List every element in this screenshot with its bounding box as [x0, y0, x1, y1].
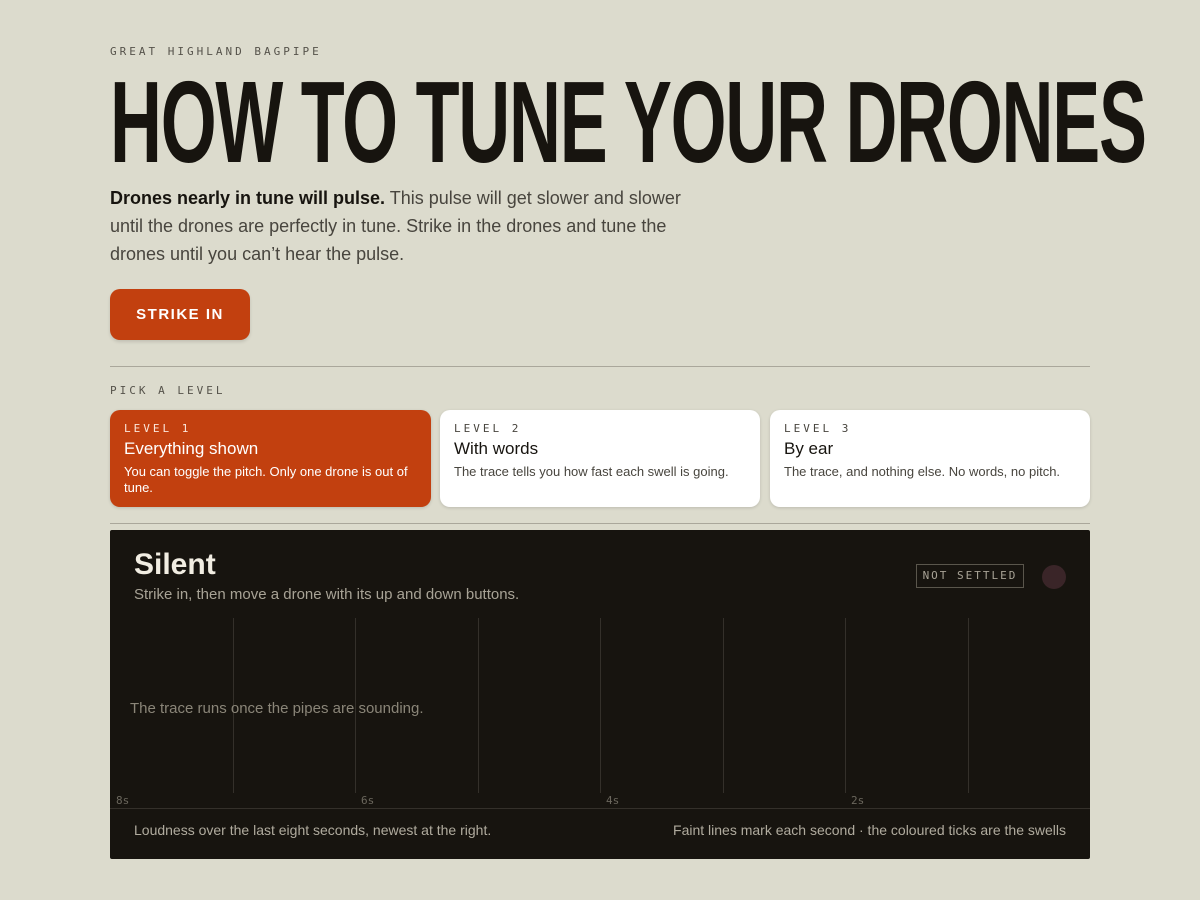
intro-text: Drones nearly in tune will pulse. This p… — [110, 184, 700, 268]
level-desc: The trace tells you how fast each swell … — [454, 464, 729, 479]
intro-bold: Drones nearly in tune will pulse. — [110, 188, 386, 208]
divider — [110, 523, 1090, 524]
panel-subtitle: Strike in, then move a drone with its up… — [134, 586, 520, 603]
page-title: HOW TO TUNE YOUR DRONES — [110, 57, 1147, 187]
footer-caption-right: Faint lines mark each second · the colou… — [673, 822, 1066, 838]
level-name: Everything shown — [124, 439, 259, 458]
tick-label: 8s — [116, 794, 130, 807]
gridline — [723, 618, 724, 793]
level-tag: LEVEL 1 — [124, 422, 192, 435]
panel-title: Silent — [134, 548, 216, 581]
trace-panel: Silent Strike in, then move a drone with… — [110, 530, 1090, 859]
level-desc: You can toggle the pitch. Only one drone… — [124, 464, 408, 495]
strike-in-button[interactable]: STRIKE IN — [110, 289, 250, 340]
panel-footer-divider — [110, 808, 1090, 809]
trace-message: The trace runs once the pipes are soundi… — [130, 700, 424, 717]
level-name: With words — [454, 439, 539, 458]
gridline — [845, 618, 846, 793]
divider — [110, 366, 1090, 367]
tick-label: 4s — [606, 794, 620, 807]
tick-label: 2s — [851, 794, 865, 807]
tick-label: 6s — [361, 794, 375, 807]
trace-area: The trace runs once the pipes are soundi… — [110, 618, 1090, 793]
footer-caption-left: Loudness over the last eight seconds, ne… — [134, 822, 492, 838]
level-card-3[interactable]: LEVEL 3 By ear The trace, and nothing el… — [770, 410, 1090, 507]
gridline — [968, 618, 969, 793]
level-desc: The trace, and nothing else. No words, n… — [784, 464, 1061, 479]
gridline — [478, 618, 479, 793]
status-indicator-icon — [1042, 565, 1066, 589]
level-card-2[interactable]: LEVEL 2 With words The trace tells you h… — [440, 410, 760, 507]
level-tag: LEVEL 3 — [784, 422, 852, 435]
level-card-1[interactable]: LEVEL 1 Everything shown You can toggle … — [110, 410, 431, 507]
level-picker: LEVEL 1 Everything shown You can toggle … — [110, 410, 1090, 507]
level-name: By ear — [784, 439, 834, 458]
level-picker-label: PICK A LEVEL — [110, 384, 226, 397]
level-tag: LEVEL 2 — [454, 422, 522, 435]
gridline — [600, 618, 601, 793]
status-badge: NOT SETTLED — [916, 564, 1024, 588]
